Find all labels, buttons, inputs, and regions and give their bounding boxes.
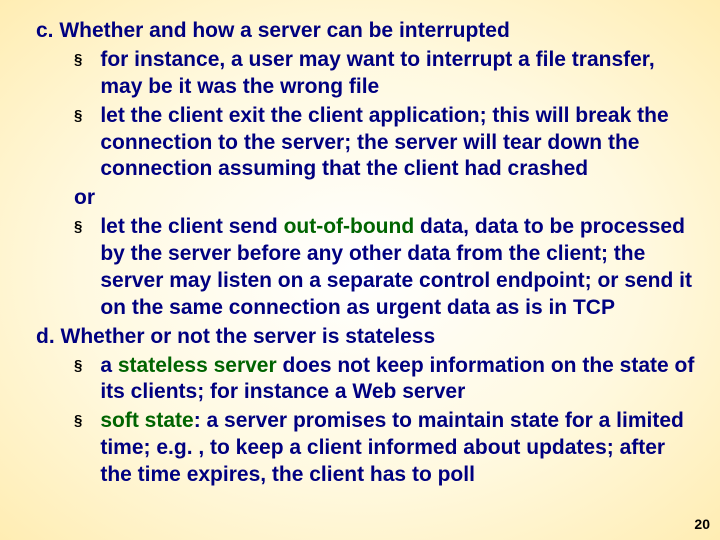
square-bullet-icon: § [74,103,82,129]
square-bullet-icon: § [74,214,82,240]
square-bullet-icon: § [74,47,82,73]
bullet-text: a stateless server does not keep informa… [100,353,698,407]
bullet-item: § soft state: a server promises to mainta… [74,408,698,489]
square-bullet-icon: § [74,353,82,379]
bullet-item: § a stateless server does not keep inform… [74,353,698,407]
bullet-text: soft state: a server promises to maintai… [100,408,698,489]
bullet-item: § let the client exit the client applicat… [74,103,698,184]
or-separator: or [74,185,698,212]
term: out-of-bound [284,215,415,238]
bullet-text: let the client send out-of-bound data, d… [100,214,698,322]
bullet-text: let the client exit the client applicati… [100,103,698,184]
page-number: 20 [694,516,710,532]
bullet-text: for instance, a user may want to interru… [100,47,698,101]
bullet-item: § for instance, a user may want to interr… [74,47,698,101]
lettered-item-c: c. Whether and how a server can be inter… [22,18,698,45]
square-bullet-icon: § [74,408,82,434]
slide-body: c. Whether and how a server can be inter… [0,0,720,489]
term: soft state [100,409,193,432]
lettered-item-d: d. Whether or not the server is stateles… [22,324,698,351]
bullet-item: § let the client send out-of-bound data, … [74,214,698,322]
term: stateless server [118,354,277,377]
